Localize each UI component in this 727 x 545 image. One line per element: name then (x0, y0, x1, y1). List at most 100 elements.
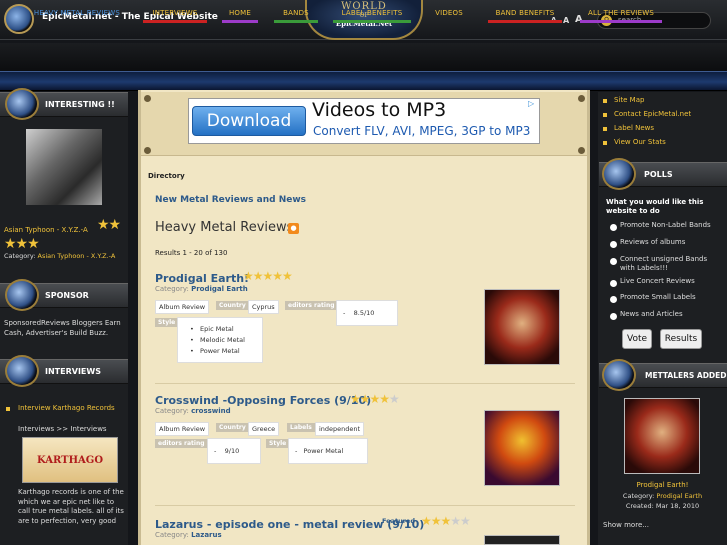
rating-stars-2: ★★★ (4, 236, 40, 252)
labels-label: Labels (287, 423, 315, 432)
ad-choices-icon[interactable]: ▷ (528, 99, 534, 108)
category-link[interactable]: Asian Typhoon - X.Y.Z.-A (38, 252, 116, 260)
nav-interviews[interactable]: INTERVIEWS (143, 9, 207, 17)
globe-icon (5, 88, 39, 120)
bullet-icon (603, 127, 607, 131)
bullet-icon (603, 99, 607, 103)
poll-radio[interactable] (610, 224, 617, 231)
news-link[interactable]: New Metal Reviews and News (155, 195, 306, 205)
poll-radio[interactable] (610, 280, 617, 287)
poll-radio[interactable] (610, 258, 617, 265)
results-count: Results 1 - 20 of 130 (155, 249, 228, 257)
show-more-link[interactable]: Show more... (603, 520, 649, 530)
category-link[interactable]: Prodigal Earth (191, 285, 248, 293)
metallers-caption[interactable]: Prodigal Earth! (599, 480, 726, 490)
editors-rating-value: - 9/10 (207, 438, 261, 464)
nav-band-benefits[interactable]: BAND BENEFITS (488, 9, 562, 17)
poll-option[interactable]: Reviews of albums (620, 238, 685, 247)
review-title[interactable]: Crosswind -Opposing Forces (9/10) (155, 394, 371, 407)
editors-rating-label: editors rating (155, 439, 208, 448)
review-divider (155, 505, 575, 506)
interview-link[interactable]: Interview Karthago Records (18, 403, 118, 413)
rivet-icon (578, 147, 585, 154)
globe-icon (602, 158, 636, 190)
interview-breadcrumb[interactable]: Interviews >> Interviews (18, 424, 107, 434)
interesting-caption[interactable]: Asian Typhoon - X.Y.Z.-A (4, 225, 88, 235)
nav-bands-underline (274, 20, 318, 23)
nav-home[interactable]: HOME (222, 9, 258, 17)
category-label: Category: (155, 407, 189, 415)
album-cover[interactable] (624, 398, 700, 474)
rivet-icon (578, 95, 585, 102)
review-rating-stars: ★★★★★ (243, 269, 293, 283)
category-link[interactable]: crosswind (191, 407, 231, 415)
link-site-map[interactable]: Site Map (614, 96, 644, 104)
created-date: Created: Mar 18, 2010 (625, 502, 700, 510)
band-photo[interactable] (26, 129, 102, 205)
style-list: • Epic Metal • Melodic Metal • Power Met… (177, 317, 263, 363)
review-divider (155, 383, 575, 384)
link-view-stats[interactable]: View Our Stats (614, 138, 666, 146)
poll-radio[interactable] (610, 241, 617, 248)
review-rating-stars: ★★★★★ (421, 514, 471, 528)
nav-videos[interactable]: VIDEOS (429, 9, 469, 17)
review-type-tag: Album Review (155, 422, 210, 436)
bullet-icon (603, 113, 607, 117)
ad-subline[interactable]: Convert FLV, AVI, MPEG, 3GP to MP3 (313, 124, 530, 138)
nav-all-the-reviews-underline (580, 20, 662, 23)
poll-radio[interactable] (610, 296, 617, 303)
interview-excerpt: Karthago records is one of the which we … (18, 488, 124, 525)
globe-icon (5, 355, 39, 387)
globe-icon (5, 279, 39, 311)
blue-divider-bar (0, 71, 727, 91)
poll-option[interactable]: Promote Non-Label Bands (620, 221, 711, 230)
poll-option[interactable]: Connect unsigned Bands with Labels!!! (620, 255, 724, 273)
sponsor-text[interactable]: SponsoredReviews Bloggers Earn Cash, Adv… (4, 318, 124, 338)
editors-rating-label: editors rating (285, 301, 338, 310)
album-cover[interactable] (484, 535, 560, 545)
review-title[interactable]: Prodigal Earth! (155, 272, 249, 285)
album-cover[interactable] (484, 410, 560, 486)
country-label: Country (216, 301, 249, 310)
poll-radio[interactable] (610, 313, 617, 320)
category-label: Category: (155, 531, 189, 539)
poll-option[interactable]: News and Articles (620, 310, 683, 319)
link-label-news[interactable]: Label News (614, 124, 654, 132)
poll-option[interactable]: Promote Small Labels (620, 293, 696, 302)
poll-option[interactable]: Live Concert Reviews (620, 277, 695, 286)
rating-stars: ★★ (97, 217, 121, 233)
style-item: • Power Metal (190, 347, 240, 355)
nav-bands[interactable]: BANDS (274, 9, 318, 17)
link-contact[interactable]: Contact EpicMetal.net (614, 110, 691, 118)
category-label: Category: (155, 285, 189, 293)
karthago-logo[interactable]: KARTHAGO (22, 437, 118, 483)
bullet-icon (603, 141, 607, 145)
font-size-medium-button[interactable]: A (563, 16, 569, 25)
style-list: - Power Metal (288, 438, 368, 464)
ad-headline[interactable]: Videos to MP3 (312, 99, 446, 121)
style-item: • Melodic Metal (190, 336, 245, 344)
country-value: Cyprus (248, 300, 279, 314)
ad-download-button[interactable]: Download (192, 106, 306, 136)
nav-all-the-reviews[interactable]: ALL THE REVIEWS (580, 9, 662, 17)
nav-interviews-underline (143, 20, 207, 23)
category-link[interactable]: Prodigal Earth (656, 492, 702, 500)
rivet-icon (144, 95, 151, 102)
country-label: Country (216, 423, 249, 432)
rss-icon[interactable]: ● (288, 223, 299, 234)
featured-badge: Featured (382, 517, 415, 525)
nav-heavy-metal-reviews[interactable]: HEAVY METAL REVIEWS (22, 9, 132, 17)
category-link[interactable]: Lazarus (191, 531, 222, 539)
results-button[interactable]: Results (660, 329, 702, 349)
editors-rating-value: - 8.5/10 (336, 300, 398, 326)
nav-label-benefits[interactable]: LABEL BENEFITS (333, 9, 411, 17)
style-label: Style (155, 318, 179, 327)
vote-button[interactable]: Vote (622, 329, 652, 349)
poll-question: What you would like this website to do (606, 198, 704, 215)
category-label: Category: (622, 492, 655, 500)
style-label: Style (266, 439, 290, 448)
main-nav (0, 43, 727, 71)
country-value: Greece (248, 422, 280, 436)
labels-value: independent (315, 422, 365, 436)
album-cover[interactable] (484, 289, 560, 365)
